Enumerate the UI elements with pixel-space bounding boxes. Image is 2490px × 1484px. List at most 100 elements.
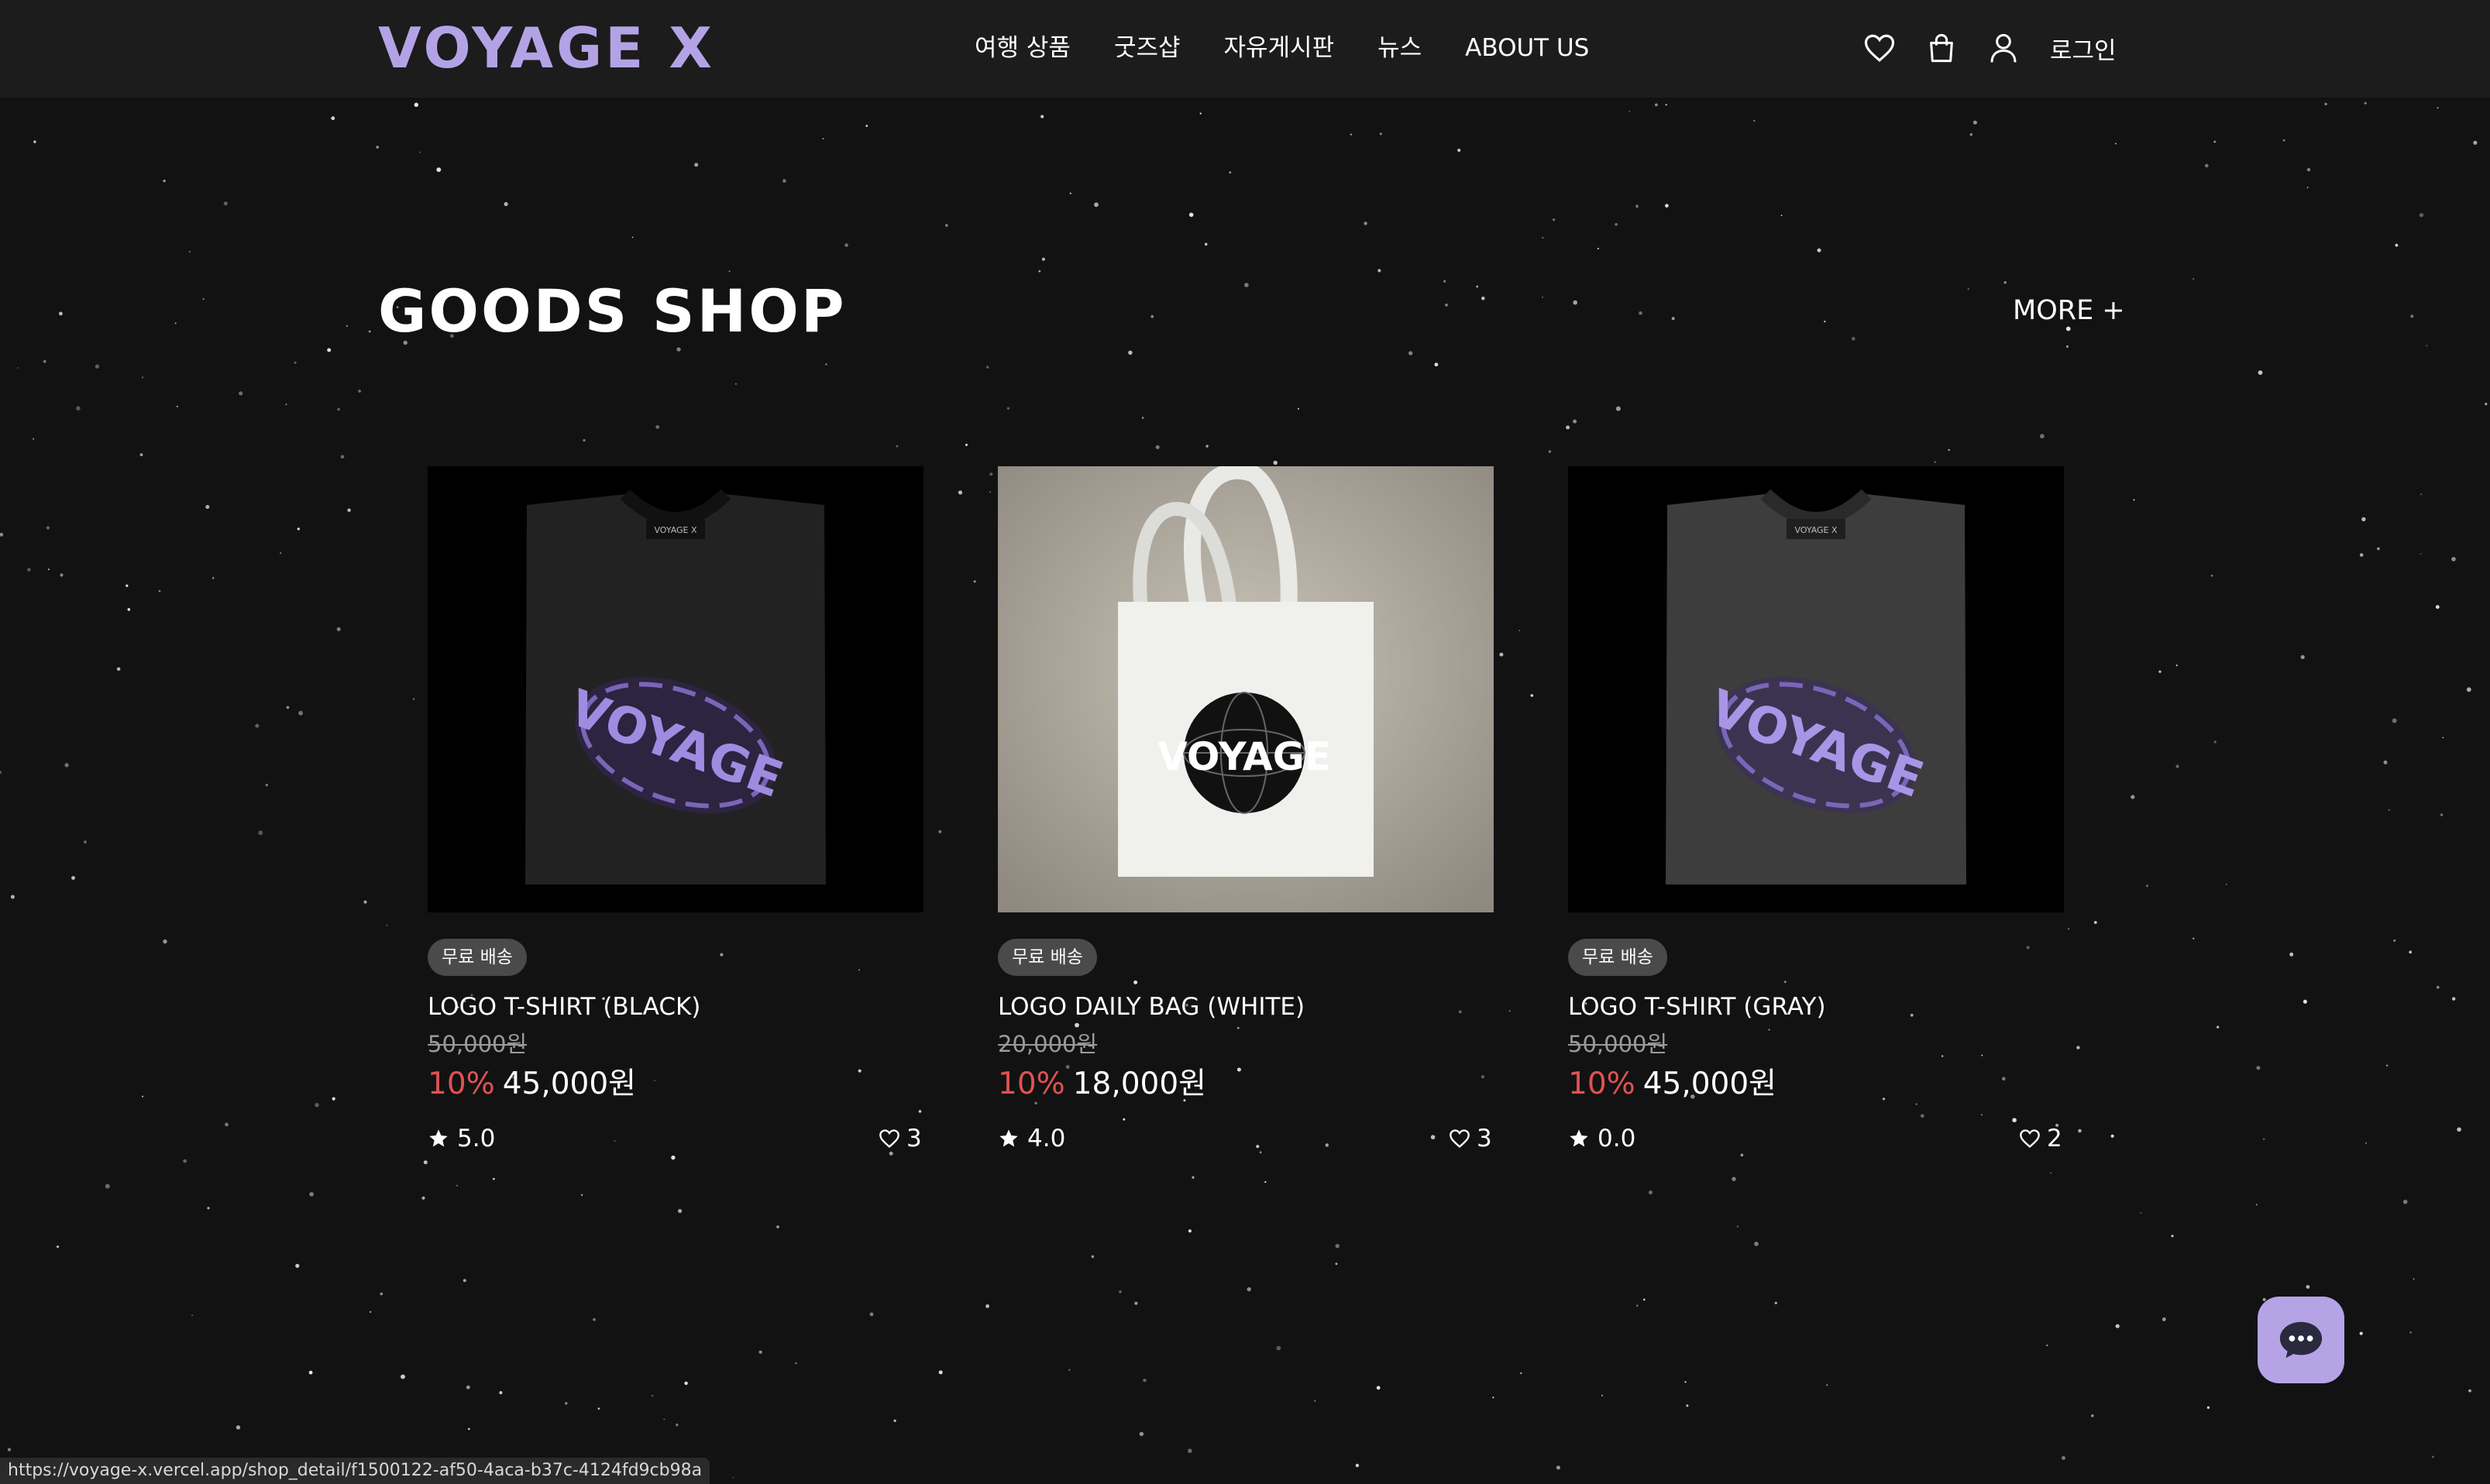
star-dot xyxy=(2093,921,2097,924)
nav-item-about[interactable]: ABOUT US xyxy=(1465,28,1589,68)
star-dot xyxy=(2133,499,2135,501)
star-dot xyxy=(1041,257,1045,261)
star-dot xyxy=(1768,1029,1770,1031)
star-dot xyxy=(421,1196,425,1200)
nav-item-news[interactable]: 뉴스 xyxy=(1377,28,1422,68)
star-dot xyxy=(2440,813,2444,816)
star-dot xyxy=(1934,461,1936,463)
sale-price: 10% 45,000원 xyxy=(428,1063,636,1106)
star-dot xyxy=(655,424,660,429)
star-dot xyxy=(64,763,69,768)
chat-button[interactable] xyxy=(2258,1297,2344,1383)
star-dot xyxy=(60,573,64,577)
star-dot xyxy=(1636,1304,1639,1307)
discount-rate: 10% xyxy=(998,1067,1065,1101)
site-logo[interactable]: VOYAGE X xyxy=(378,17,715,79)
heart-icon[interactable] xyxy=(1862,31,1897,65)
star-dot xyxy=(225,1122,229,1127)
user-icon[interactable] xyxy=(1986,31,2021,65)
star-dot xyxy=(297,527,300,531)
star-dot xyxy=(2012,1118,2017,1122)
nav-item-board[interactable]: 자유게시판 xyxy=(1224,28,1335,68)
svg-text:VOYAGE X: VOYAGE X xyxy=(1794,525,1838,535)
star-dot xyxy=(1649,1190,1653,1195)
black-tshirt-image[interactable]: VOYAGE X VOYAGE xyxy=(428,466,923,912)
white-tote-bag-image[interactable]: VOYAGE xyxy=(998,466,1494,912)
star-dot xyxy=(1364,222,1367,225)
star-dot xyxy=(223,201,228,206)
star-dot xyxy=(95,364,99,369)
product-card-3[interactable]: VOYAGE X VOYAGE xyxy=(1568,466,2064,912)
star-dot xyxy=(678,1208,683,1214)
like-button[interactable]: 3 xyxy=(879,1122,922,1156)
free-shipping-badge: 무료 배송 xyxy=(1568,939,1667,976)
star-dot xyxy=(286,706,290,709)
star-dot xyxy=(174,322,177,325)
like-button[interactable]: 3 xyxy=(1449,1122,1492,1156)
star-dot xyxy=(2388,809,2390,811)
product-card-1[interactable]: VOYAGE X VOYAGE xyxy=(428,466,923,912)
product-name[interactable]: LOGO DAILY BAG (WHITE) xyxy=(998,988,1305,1025)
original-price: 20,000원 xyxy=(998,1031,1098,1057)
product-card-2[interactable]: VOYAGE xyxy=(998,466,1494,912)
star-dot xyxy=(285,404,287,406)
star-dot xyxy=(1967,288,1969,290)
star-dot xyxy=(2193,278,2195,280)
more-link[interactable]: MORE + xyxy=(2013,293,2125,328)
star-dot xyxy=(865,125,868,127)
star-dot xyxy=(1665,104,1667,106)
star-dot xyxy=(1499,652,1504,657)
star-dot xyxy=(2413,1278,2415,1280)
star-dot xyxy=(1780,215,1783,216)
star-dot xyxy=(1915,1103,1918,1105)
star-dot xyxy=(2213,740,2217,744)
star-dot xyxy=(2258,370,2263,375)
star-icon xyxy=(999,1129,1018,1147)
star-dot xyxy=(1069,192,1071,194)
star-dot xyxy=(2146,885,2148,888)
star-dot xyxy=(236,1425,241,1430)
star-dot xyxy=(358,390,361,393)
nav-item-goods-shop[interactable]: 굿즈샵 xyxy=(1114,28,1181,68)
star-dot xyxy=(825,363,827,366)
star-dot xyxy=(1325,1143,1329,1147)
chat-icon xyxy=(2279,1321,2323,1359)
star-dot xyxy=(1481,1075,1484,1079)
original-price: 50,000원 xyxy=(428,1031,528,1057)
star-dot xyxy=(1910,1013,1914,1017)
star-dot xyxy=(2359,553,2364,557)
star-dot xyxy=(43,359,46,363)
star-dot xyxy=(1434,362,1439,367)
star-dot xyxy=(295,1263,300,1268)
star-dot xyxy=(2206,1406,2210,1409)
star-dot xyxy=(2115,1324,2120,1328)
product-name[interactable]: LOGO T-SHIRT (BLACK) xyxy=(428,988,700,1025)
like-button[interactable]: 2 xyxy=(2019,1122,2062,1156)
shopping-bag-icon[interactable] xyxy=(1924,31,1959,65)
free-shipping-badge: 무료 배송 xyxy=(428,939,527,976)
star-dot xyxy=(597,1407,600,1410)
star-dot xyxy=(1552,218,1556,222)
star-dot xyxy=(2385,1064,2389,1067)
sale-price: 10% 18,000원 xyxy=(998,1063,1206,1106)
svg-text:VOYAGE X: VOYAGE X xyxy=(654,525,697,535)
star-dot xyxy=(1379,132,1382,136)
star-dot xyxy=(1150,314,1154,318)
price-value: 18,000원 xyxy=(1072,1067,1207,1101)
star-dot xyxy=(1094,202,1099,208)
star-dot xyxy=(401,1374,405,1379)
login-link[interactable]: 로그인 xyxy=(2050,31,2117,66)
nav-item-travel[interactable]: 여행 상품 xyxy=(975,28,1071,68)
star-dot xyxy=(463,1279,466,1283)
main-nav: 여행 상품 굿즈샵 자유게시판 뉴스 ABOUT US xyxy=(975,28,1589,68)
star-dot xyxy=(163,939,167,944)
gray-tshirt-image[interactable]: VOYAGE X VOYAGE xyxy=(1568,466,2064,912)
star-dot xyxy=(1542,296,1543,298)
star-dot xyxy=(1566,425,1570,430)
star-dot xyxy=(938,830,942,833)
product-name[interactable]: LOGO T-SHIRT (GRAY) xyxy=(1568,988,1826,1025)
star-dot xyxy=(239,391,243,396)
star-dot xyxy=(327,348,332,352)
star-dot xyxy=(869,1312,874,1317)
star-dot xyxy=(466,1385,470,1390)
